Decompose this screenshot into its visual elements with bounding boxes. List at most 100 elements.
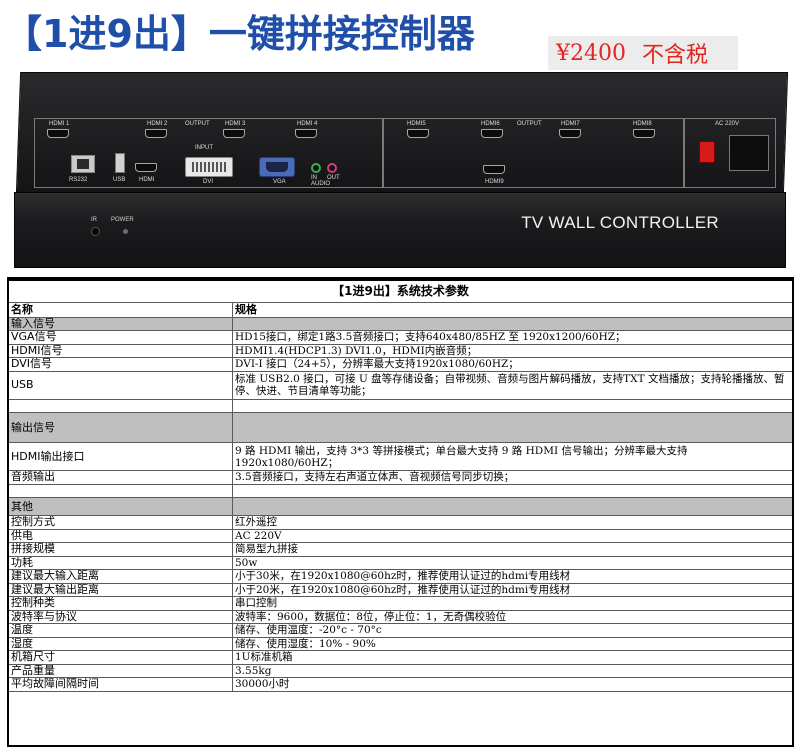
row-spec: 9 路 HDMI 输出，支持 3*3 等拼接模式；单台最大支持 9 路 HDMI… [232,442,793,471]
output-panel-left: HDMI 1 HDMI 2 OUTPUT HDMI 3 HDMI 4 INPUT… [34,118,384,188]
row-spec: 1U标准机箱 [232,650,793,665]
front-panel-title: TV WALL CONTROLLER [521,213,719,232]
usb-port [115,153,125,173]
power-led [123,229,128,234]
table-row: 功耗 50w [8,555,793,570]
device-front-panel: IR POWER TV WALL CONTROLLER [14,192,786,268]
ir-label: IR [91,217,97,223]
row-spec: DVI-I 接口（24+5），分辨率最大支持1920x1080/60HZ； [232,357,793,372]
hdmi-out-1-port [47,129,69,138]
label-dvi: DVI [203,179,214,185]
hdmi-in-port [135,163,157,172]
row-name: 建议最大输入距离 [8,569,233,584]
row-spec: 简易型九拼接 [232,542,793,557]
table-row [8,398,793,413]
table-row: USB 标准 USB2.0 接口，可接 U 盘等存储设备；自带视频、音频与图片解… [8,370,793,400]
vga-in-port [259,157,295,177]
row-spec: 储存、使用湿度：10% - 90% [232,636,793,651]
label-hdmi7: HDMI7 [561,121,580,127]
power-switch [699,141,715,163]
row-name: 供电 [8,528,233,543]
label-audio: AUDIO [311,181,331,187]
row-spec: 储存、使用温度：-20°c - 70°c [232,623,793,638]
spec-table: 【1进9出】系统技术参数 名称 规格 输入信号 VGA信号 HD15接口，绑定1… [8,279,793,692]
row-name: 温度 [8,623,233,638]
label-hdmi9: HDMI9 [485,179,504,185]
table-row: 控制方式 红外遥控 [8,515,793,530]
row-name: 控制种类 [8,596,233,611]
col-header-name: 名称 [8,301,233,318]
row-name: 控制方式 [8,515,233,530]
power-panel: AC 220V [684,118,776,188]
row-name: 产品重量 [8,663,233,678]
dvi-in-port [185,157,233,177]
table-row: 音频输出 3.5音频接口，支持左右声道立体声、音视频信号同步切换； [8,470,793,485]
table-row: 波特率与协议 波特率：9600，数据位：8位，停止位：1，无奇偶校验位 [8,609,793,624]
hdmi-out-8-port [633,129,655,138]
row-spec: 小于20米，在1920x1080@60hz时，推荐使用认证过的hdmi专用线材 [232,582,793,597]
hdmi-out-4-port [295,129,317,138]
label-input: INPUT [195,145,213,151]
ir-receiver [91,227,100,236]
row-name: 功耗 [8,555,233,570]
row-spec [232,398,793,413]
row-spec: HDMI1.4(HDCP1.3) DVI1.0，HDMI内嵌音频； [232,343,793,358]
hdmi-out-6-port [481,129,503,138]
label-hdmi4: HDMI 4 [297,121,318,127]
power-label: POWER [111,217,134,223]
table-row: HDMI输出接口 9 路 HDMI 输出，支持 3*3 等拼接模式；单台最大支持… [8,442,793,471]
section-row: 输出信号 [8,412,793,443]
price-box: ¥2400 不含税 [548,36,738,70]
label-hdmi8: HDMI8 [633,121,652,127]
label-output-left: OUTPUT [185,121,210,127]
row-spec: HD15接口，绑定1路3.5音频接口；支持640x480/85HZ 至 1920… [232,330,793,345]
spec-table-header-row: 名称 规格 [8,301,793,318]
row-spec [232,483,793,498]
table-row: 建议最大输出距离 小于20米，在1920x1080@60hz时，推荐使用认证过的h… [8,582,793,597]
section-row: 其他 [8,497,793,516]
table-row: 供电 AC 220V [8,528,793,543]
label-output-right: OUTPUT [517,121,542,127]
col-header-spec: 规格 [232,301,793,318]
hdmi-out-2-port [145,129,167,138]
row-spec: 标准 USB2.0 接口，可接 U 盘等存储设备；自带视频、音频与图片解码播放，… [232,370,793,400]
table-row: DVI信号 DVI-I 接口（24+5），分辨率最大支持1920x1080/60… [8,357,793,372]
label-hdmi1: HDMI 1 [49,121,70,127]
row-name: HDMI输出接口 [8,442,233,471]
output-panel-right: HDMI5 HDMI6 OUTPUT HDMI7 HDMI8 HDMI9 [382,118,684,188]
table-row: HDMI信号 HDMI1.4(HDCP1.3) DVI1.0，HDMI内嵌音频； [8,343,793,358]
spec-table-title: 【1进9出】系统技术参数 [8,279,793,303]
product-title: 【1进9出】一键拼接控制器 [4,11,475,56]
table-row: 平均故障间隔时间 30000小时 [8,677,793,692]
row-spec: 波特率：9600，数据位：8位，停止位：1，无奇偶校验位 [232,609,793,624]
row-name: 音频输出 [8,470,233,485]
row-name: 平均故障间隔时间 [8,677,233,692]
row-name: 拼接规模 [8,542,233,557]
label-usb: USB [113,177,126,183]
label-hdmi3: HDMI 3 [225,121,246,127]
table-row: 产品重量 3.55kg [8,663,793,678]
row-name [8,398,233,413]
table-row: 机箱尺寸 1U标准机箱 [8,650,793,665]
price-value: ¥2400 [556,40,626,66]
row-name: HDMI信号 [8,343,233,358]
table-row: 建议最大输入距离 小于30米，在1920x1080@60hz时，推荐使用认证过的h… [8,569,793,584]
label-hdmi6: HDMI6 [481,121,500,127]
row-spec: 50w [232,555,793,570]
row-name: USB [8,370,233,400]
hdmi-out-7-port [559,129,581,138]
row-spec: 3.5音频接口，支持左右声道立体声、音视频信号同步切换； [232,470,793,485]
table-row [8,483,793,498]
rs232-port [71,155,95,173]
hdmi-out-3-port [223,129,245,138]
section-title-input: 输入信号 [8,316,233,331]
hdmi-out-5-port [407,129,429,138]
row-spec: 30000小时 [232,677,793,692]
row-name: DVI信号 [8,357,233,372]
hdmi-out-9-port [483,165,505,174]
audio-in-jack [311,163,321,173]
row-spec: 串口控制 [232,596,793,611]
label-hdmi2: HDMI 2 [147,121,168,127]
table-row: 拼接规模 简易型九拼接 [8,542,793,557]
header-banner: 【1进9出】一键拼接控制器 ¥2400 不含税 [0,0,800,70]
